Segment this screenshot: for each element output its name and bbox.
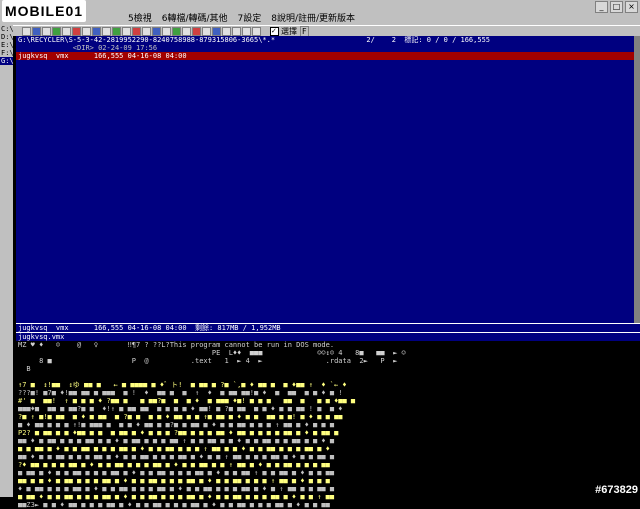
toolbar-button-23[interactable] [242,26,251,36]
viewer-line: ■■■♦■ ■■ ■ ■■?■ ■ ♦!↑ ■ ■■ ■■ ■ ■ ■ ■ ♦ … [18,405,343,413]
viewer-line: ■■ ♦ ■ ■■ ■ ■ ■ ■■ ■ ■ ♦ ■ ■■ ■ ■ ■ ■■ ↑… [18,437,335,445]
drive-item[interactable]: F:\ [0,49,14,57]
viewer-line: PE L♦♦ ■■■ ☺☺↕☺ 4 8■ ■■ ► ☺ [18,349,406,357]
toolbar-button-14[interactable] [152,26,161,36]
toolbar-button-8[interactable] [92,26,101,36]
dir-label: <DIR> [72,44,94,52]
status-bar: jugkvsq vmx 166,555 04-16-08 04:00 剩餘: 8… [16,323,640,332]
toolbar-button-17[interactable] [182,26,191,36]
viewer-line: ?■ ↑ ■!■ ■■ ■ ♦ ■ ■■ ■ ?■ ■ ■ ■ ♦ ■■ ■ ■… [18,413,343,421]
viewer-line: ↑7 ■ ↕!■■ ↕ゆ ■■ ■ ← ■ ■■■■ ■ ♦゛ト! ■ ■■ ■… [18,381,347,389]
toolbar-button-6[interactable] [72,26,81,36]
toolbar-button-13[interactable] [142,26,151,36]
file-name: jugkvsq vmx [18,52,69,60]
toolbar-button-11[interactable] [122,26,131,36]
toolbar-button-21[interactable] [222,26,231,36]
toolbar-button-24[interactable] [252,26,261,36]
drive-item-selected[interactable]: G:\ [0,57,14,65]
viewer-line: ♦ ■ ■■ ■ ■ ■ ■■ ■ ♦ ■ ■ ■■ ■ ■ ■ ■■ ■ ♦ … [18,485,335,493]
scrollbar[interactable] [634,36,640,323]
toolbar-button-9[interactable] [102,26,111,36]
checkbox-icon[interactable]: ✓ [270,26,279,36]
dir-date: 02-24-09 17:56 [98,44,158,52]
viewer-line: ■ ■■ ■ ♦ ■ ■ ■■ ■ ■ ■ ■■ ■ ♦ ■ ■ ■■ ■ ■ … [18,469,335,477]
toolbar-button-22[interactable] [232,26,241,36]
toolbar-button-7[interactable] [82,26,91,36]
menu-convert[interactable]: 6轉檔/轉碼/其他 [162,13,228,25]
drive-item[interactable]: C:\ [0,25,14,33]
viewer-line: ■■ ■ ■ ♦ ■ ■■ ■ ■ ■ ■■ ■ ♦ ■ ■ ■■ ■ ■ ■ … [18,477,330,485]
mark-counts: 2/ 2 標記: 0 / 0 / 166,555 [366,36,490,44]
file-size: 166,555 [93,52,124,60]
menu-bar: 5檢視 6轉檔/轉碼/其他 7設定 8說明/註冊/更新版本 [0,13,640,25]
select-checkbox-group[interactable]: ✓ 選擇 F [270,25,309,37]
menu-view[interactable]: 5檢視 [128,13,152,25]
logo: MOBILE01 [2,0,87,22]
menu-help[interactable]: 8說明/註冊/更新版本 [271,13,355,25]
viewer-line: ■ ■ ■■ ■ ♦ ■ ■ ■■ ■ ■ ■ ■■ ■ ♦ ■ ■ ■■ ■ … [18,445,330,453]
viewer-line: ■■ ♦ ■ ■ ■■ ■ ■ ■ ■■ ■ ♦ ■ ■ ■■ ■ ■ ■ ■■… [18,453,335,461]
toolbar-button-16[interactable] [172,26,181,36]
toolbar-button-5[interactable] [62,26,71,36]
drive-list: C:\ D:\ E:\ F:\ G:\ [0,25,14,497]
path-bar: G:\RECYCLER\S-5-3-42-2819952290-82407589… [16,36,640,44]
file-panel: G:\RECYCLER\S-5-3-42-2819952290-82407589… [16,36,640,323]
viewer-line: #' ■ ■■! ↑ ■ ■ ■ ♦ ?■■ ■ ■ ■■?■ ■ ■ ♦ ■ … [18,397,356,405]
viewer-line: P2? ■ ■■ ■ ■ ♦■■ ■ ■ ■ ■■ ■ ♦ ■ ■ ■ ?■■ … [18,429,339,437]
list-item[interactable]: <DIR> 02-24-09 17:56 [16,44,640,52]
list-item-selected[interactable]: jugkvsq vmx 166,555 04-16-08 04:00 [16,52,640,60]
filter-button[interactable]: F [300,25,309,37]
viewer-line: ■ ■■ ♦ ■ ■ ■■ ■ ■ ■ ■■ ■ ♦ ■ ■ ■■ ■ ■ ■ … [18,493,335,501]
viewer-line: MZ ♥ ♦ ☺ @ ♀ ‼¶7 ? ??L?This program cann… [18,341,335,349]
watermark: #673829 [595,484,638,496]
viewer-line: ■ ♦ ■■ ■ ■ ■ ↑!■ ■■■ ■ ■ ■ ♦ ■■ ■ ■?■ ■ … [18,421,335,429]
toolbar-button-2[interactable] [32,26,41,36]
toolbar: ✓ 選擇 F [0,25,640,37]
viewer-panel: jugkvsq vmx 166,555 04-16-08 04:00 剩餘: 8… [16,323,640,509]
viewer-line: ???■! ■7■ ♦!■■ ■■ ■ ■■■ ■ ! ♦ ■■ ■ ■ ↑ ♦… [18,389,343,397]
toolbar-button-4[interactable] [52,26,61,36]
title-bar: _ □ × [0,0,640,14]
current-path: G:\RECYCLER\S-5-3-42-2819952290-82407589… [18,36,276,44]
close-icon[interactable]: × [625,1,638,13]
minimize-icon[interactable]: _ [595,1,608,13]
toolbar-button-10[interactable] [112,26,121,36]
file-date: 04-16-08 04:00 [127,52,187,60]
viewer-line: ?♦ ■■ ■ ■ ■ ■■ ■ ♦ ■ ■ ■■ ■ ■ ■ ■■ ■ ♦ ■… [18,461,330,469]
viewer-line [16,373,640,381]
viewer-line: ■■Z3► ■ ■ ♦ ■■ ■ ■ ■ ■■ ■ ♦ ■ ■ ■■ ■ ■ ■… [18,501,330,509]
toolbar-button-3[interactable] [42,26,51,36]
viewer-line: B [18,365,31,373]
toolbar-button-18[interactable] [192,26,201,36]
toolbar-button-12[interactable] [132,26,141,36]
viewer-filename: jugkvsq.vmx [16,332,640,341]
toolbar-button-1[interactable] [22,26,31,36]
drive-item[interactable]: E:\ [0,41,14,49]
select-label: 選擇 [281,26,297,36]
viewer-line: 8 ■ P @ .text 1 ► 4 ► .rdata 2► P ► [18,357,398,365]
drive-item[interactable]: D:\ [0,33,14,41]
window-controls: _ □ × [595,1,638,13]
menu-settings[interactable]: 7設定 [238,13,262,25]
toolbar-button-19[interactable] [202,26,211,36]
toolbar-button-15[interactable] [162,26,171,36]
toolbar-button-20[interactable] [212,26,221,36]
maximize-icon[interactable]: □ [610,1,623,13]
